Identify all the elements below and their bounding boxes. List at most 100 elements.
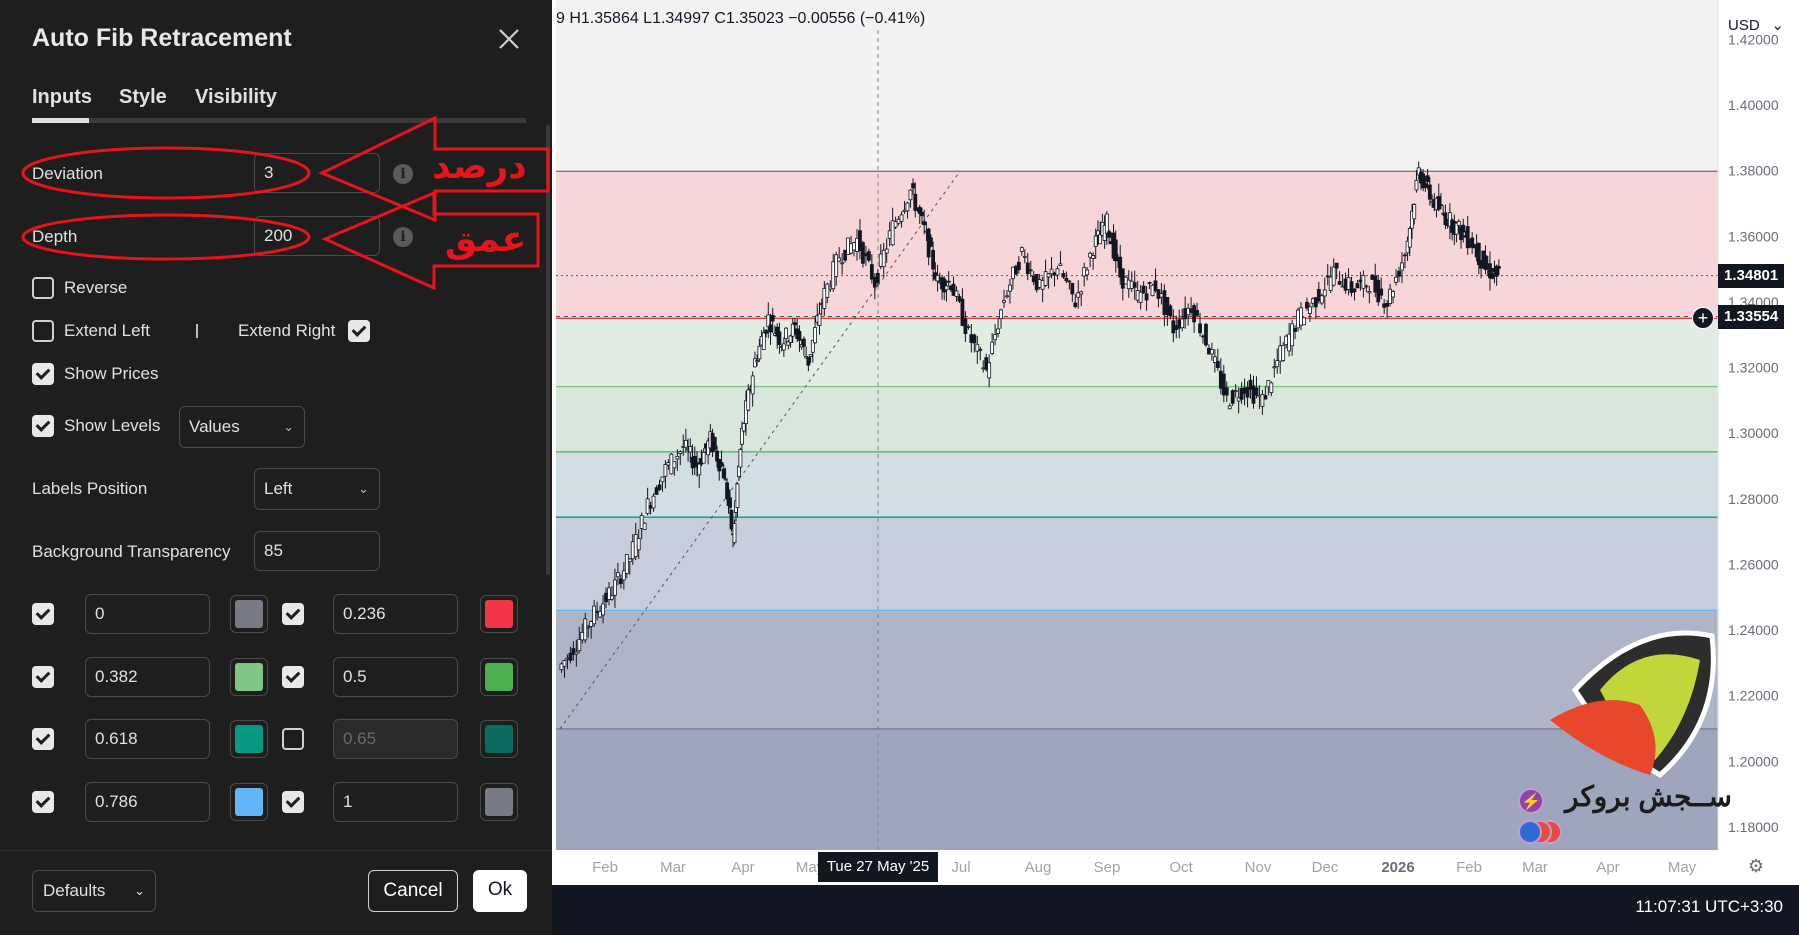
- tab-visibility[interactable]: Visibility: [195, 86, 277, 109]
- candle-body: [1310, 298, 1315, 304]
- plus-icon[interactable]: +: [1692, 307, 1714, 329]
- reverse-checkbox[interactable]: [32, 277, 54, 299]
- deviation-label: Deviation: [32, 164, 103, 183]
- separator: [196, 324, 198, 338]
- cancel-button[interactable]: Cancel: [368, 870, 458, 912]
- candle-body: [951, 283, 956, 296]
- show-prices-label: Show Prices: [64, 364, 159, 383]
- currency-label: USD: [1728, 16, 1760, 34]
- candle-body: [697, 463, 702, 476]
- candle-body: [589, 621, 594, 627]
- candle-body: [1230, 390, 1235, 404]
- level-color-swatch[interactable]: [230, 595, 268, 633]
- level-checkbox[interactable]: [282, 791, 304, 813]
- candle-body: [621, 570, 626, 581]
- tab-style[interactable]: Style: [119, 86, 167, 109]
- candle-body: [828, 286, 833, 290]
- level-checkbox[interactable]: [282, 666, 304, 688]
- candle-body: [1284, 335, 1289, 345]
- gear-icon[interactable]: ⚙: [1746, 856, 1766, 876]
- level-color-swatch[interactable]: [230, 658, 268, 696]
- show-levels-checkbox[interactable]: [32, 415, 54, 437]
- level-value-input[interactable]: 0.65: [333, 719, 458, 759]
- level-checkbox[interactable]: [282, 728, 304, 750]
- show-levels-select[interactable]: Values ⌄: [179, 406, 305, 448]
- defaults-button[interactable]: Defaults ⌄: [32, 870, 156, 912]
- level-value-input[interactable]: 0.382: [85, 657, 210, 697]
- background-transparency-input[interactable]: 85: [254, 531, 380, 571]
- level-value-input[interactable]: 0.236: [333, 594, 458, 634]
- info-icon[interactable]: i: [393, 164, 413, 184]
- level-value-input[interactable]: 0.786: [85, 782, 210, 822]
- level-checkbox[interactable]: [282, 603, 304, 625]
- candle-body: [1070, 282, 1075, 295]
- level-value-input[interactable]: 0.618: [85, 719, 210, 759]
- depth-input[interactable]: 200: [254, 216, 380, 256]
- candle-body: [1400, 262, 1404, 271]
- tab-inputs[interactable]: Inputs: [32, 86, 92, 109]
- level-color-swatch[interactable]: [480, 720, 518, 758]
- lightning-icon[interactable]: ⚡: [1518, 788, 1544, 814]
- show-prices-checkbox[interactable]: [32, 363, 54, 385]
- extend-right-label: Extend Right: [238, 321, 336, 340]
- extend-right-checkbox[interactable]: [348, 320, 370, 342]
- close-icon[interactable]: [494, 24, 524, 54]
- candle-body: [654, 487, 659, 495]
- candle-body: [1168, 305, 1173, 317]
- candle-body: [633, 534, 638, 557]
- candle-body: [896, 218, 901, 224]
- level-checkbox[interactable]: [32, 603, 54, 625]
- level-checkbox[interactable]: [32, 728, 54, 750]
- info-icon[interactable]: i: [393, 227, 413, 247]
- candle-body: [822, 288, 827, 309]
- candle-body: [1355, 283, 1360, 289]
- level-color-swatch[interactable]: [480, 595, 518, 633]
- level-checkbox[interactable]: [32, 791, 54, 813]
- candle-body: [887, 230, 892, 239]
- candle-body: [928, 237, 933, 247]
- level-checkbox[interactable]: [32, 666, 54, 688]
- extend-left-checkbox[interactable]: [32, 320, 54, 342]
- candle-body: [908, 189, 913, 201]
- fib-band: [556, 318, 1718, 387]
- candle-body: [954, 290, 959, 297]
- candle-body: [869, 264, 874, 280]
- currency-selector[interactable]: USD ⌄: [1720, 10, 1792, 40]
- flags-icon[interactable]: [1518, 820, 1564, 846]
- candle-body: [1025, 262, 1030, 275]
- candle-body: [1242, 387, 1247, 394]
- level-color-swatch[interactable]: [230, 720, 268, 758]
- price-tick-label: 1.38000: [1728, 163, 1779, 179]
- candle-body: [1313, 297, 1318, 308]
- level-value-input[interactable]: 0: [85, 594, 210, 634]
- candle-body: [1093, 235, 1098, 247]
- candle-body: [1379, 288, 1384, 296]
- candle-body: [1308, 306, 1312, 314]
- candle-body: [1022, 255, 1027, 258]
- fib-band: [556, 386, 1718, 452]
- candle-body: [559, 663, 564, 671]
- candle-body: [1174, 325, 1179, 330]
- candle-body: [881, 249, 886, 268]
- active-tab-indicator: [32, 118, 89, 123]
- clock-label[interactable]: 11:07:31 UTC+3:30: [1635, 897, 1783, 917]
- level-color-swatch[interactable]: [480, 658, 518, 696]
- candle-body: [893, 221, 898, 228]
- level-value-input[interactable]: 1: [333, 782, 458, 822]
- deviation-input[interactable]: 3: [254, 153, 380, 193]
- candle-body: [1337, 280, 1342, 285]
- candle-body: [1287, 333, 1292, 352]
- candle-body: [931, 249, 936, 270]
- candle-body: [574, 651, 579, 655]
- dialog-scrollbar[interactable]: [546, 125, 550, 575]
- labels-position-select[interactable]: Left ⌄: [254, 468, 380, 510]
- candle-body: [984, 357, 989, 370]
- candle-body: [866, 251, 871, 261]
- level-color-swatch[interactable]: [230, 783, 268, 821]
- candle-body: [1207, 347, 1211, 355]
- level-color-swatch[interactable]: [480, 783, 518, 821]
- level-value-input[interactable]: 0.5: [333, 657, 458, 697]
- ok-button[interactable]: Ok: [473, 870, 527, 912]
- broker-watermark-text: ســجش بروکر: [1565, 781, 1732, 812]
- candle-body: [642, 522, 647, 530]
